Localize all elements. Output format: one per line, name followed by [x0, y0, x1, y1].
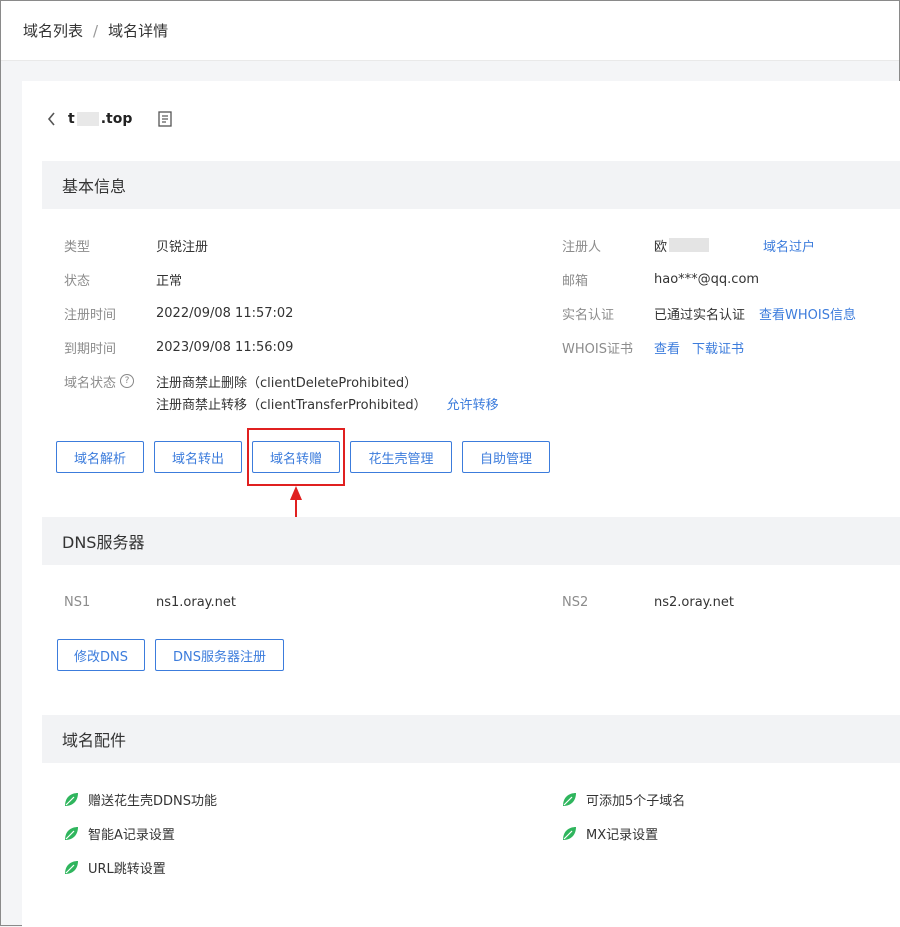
domain-name-suffix: .top — [100, 111, 133, 127]
type-value: 贝锐注册 — [156, 239, 209, 255]
whois-view-link[interactable]: 查看 — [654, 338, 680, 357]
ns2-value: ns2.oray.net — [654, 594, 734, 610]
domain-transfer-out-button[interactable]: 域名转出 — [154, 441, 242, 473]
status-value: 正常 — [156, 273, 183, 289]
reg-time-value: 2022/09/08 11:57:02 — [156, 305, 294, 321]
document-icon[interactable] — [156, 110, 174, 128]
whois-cert-label: WHOIS证书 — [562, 341, 633, 357]
addon-item: 可添加5个子域名 — [560, 790, 685, 809]
leaf-icon — [62, 825, 80, 843]
status-label: 状态 — [64, 273, 91, 289]
exp-time-row: 到期时间 2023/09/08 11:56:09 — [64, 337, 293, 357]
dns-register-button[interactable]: DNS服务器注册 — [155, 639, 284, 671]
whois-info-link[interactable]: 查看WHOIS信息 — [759, 304, 856, 323]
addon-item: MX记录设置 — [560, 824, 658, 843]
ns1-value: ns1.oray.net — [156, 594, 236, 610]
modify-dns-button[interactable]: 修改DNS — [57, 639, 145, 671]
realname-row: 实名认证 已通过实名认证 查看WHOIS信息 — [562, 303, 856, 323]
addons-title: 域名配件 — [62, 731, 127, 750]
breadcrumb-domain-list[interactable]: 域名列表 — [23, 20, 83, 41]
addon-item: URL跳转设置 — [62, 858, 166, 877]
type-label: 类型 — [64, 239, 91, 255]
registrant-row: 注册人 欧 域名过户 — [562, 235, 815, 255]
realname-label: 实名认证 — [562, 307, 615, 323]
whois-download-link[interactable]: 下载证书 — [692, 338, 744, 357]
domain-name-prefix: t — [68, 111, 75, 127]
domain-status-label: 域名状态 — [64, 375, 117, 391]
email-row: 邮箱 hao***@qq.com — [562, 269, 759, 289]
ns2-label: NS2 — [562, 594, 589, 610]
transfer-owner-link[interactable]: 域名过户 — [763, 236, 815, 255]
breadcrumb-separator: / — [93, 21, 99, 40]
breadcrumb-domain-detail: 域名详情 — [108, 22, 169, 40]
domain-name: t .top — [68, 111, 132, 127]
addon-item: 赠送花生壳DDNS功能 — [62, 790, 217, 809]
basic-info-header: 基本信息 — [42, 161, 900, 209]
reg-time-label: 注册时间 — [64, 307, 117, 323]
dns-title: DNS服务器 — [62, 533, 145, 552]
leaf-icon — [560, 825, 578, 843]
reg-time-row: 注册时间 2022/09/08 11:57:02 — [64, 303, 293, 323]
leaf-icon — [62, 791, 80, 809]
email-value: hao***@qq.com — [654, 271, 760, 287]
breadcrumb: 域名列表 / 域名详情 — [1, 1, 899, 61]
domain-status-row: 域名状态 ? 注册商禁止删除（clientDeleteProhibited） — [64, 371, 417, 391]
addon-label: MX记录设置 — [586, 828, 659, 843]
domain-status-label-wrap: 域名状态 ? — [64, 372, 156, 391]
domain-status-row-2: 注册商禁止转移（clientTransferProhibited） 允许转移 — [156, 393, 499, 413]
addon-label: URL跳转设置 — [88, 862, 166, 877]
domain-status-1: 注册商禁止删除（clientDeleteProhibited） — [156, 375, 418, 391]
status-row: 状态 正常 — [64, 269, 182, 289]
exp-time-label: 到期时间 — [64, 341, 117, 357]
addon-label: 赠送花生壳DDNS功能 — [88, 794, 217, 809]
type-row: 类型 贝锐注册 — [64, 235, 208, 255]
registrant-value: 欧 — [654, 239, 668, 255]
oray-manage-button[interactable]: 花生壳管理 — [350, 441, 452, 473]
self-service-button[interactable]: 自助管理 — [462, 441, 550, 473]
realname-value: 已通过实名认证 — [654, 307, 746, 323]
leaf-icon — [560, 791, 578, 809]
email-label: 邮箱 — [562, 273, 589, 289]
addons-header: 域名配件 — [42, 715, 900, 763]
help-icon[interactable]: ? — [120, 374, 135, 388]
whois-cert-row: WHOIS证书 查看 下载证书 — [562, 337, 744, 357]
domain-name-mask — [76, 112, 99, 126]
highlight-box — [247, 428, 345, 486]
addon-label: 智能A记录设置 — [88, 828, 175, 843]
domain-title-row: t .top — [22, 81, 900, 157]
registrant-mask — [669, 238, 710, 252]
addon-label: 可添加5个子域名 — [586, 794, 686, 809]
ns1-label: NS1 — [64, 594, 91, 610]
domain-status-2: 注册商禁止转移（clientTransferProhibited） — [156, 397, 427, 413]
exp-time-value: 2023/09/08 11:56:09 — [156, 339, 294, 355]
allow-transfer-link[interactable]: 允许转移 — [447, 394, 499, 413]
ns2-row: NS2 ns2.oray.net — [562, 592, 734, 612]
domain-detail-card: t .top 基本信息 类型 贝锐注册 状态 正常 注册时间 2022/09/0… — [22, 81, 900, 927]
ns1-row: NS1 ns1.oray.net — [64, 592, 236, 612]
domain-resolve-button[interactable]: 域名解析 — [56, 441, 144, 473]
addon-item: 智能A记录设置 — [62, 824, 175, 843]
back-arrow-icon[interactable] — [42, 109, 62, 129]
dns-header: DNS服务器 — [42, 517, 900, 565]
registrant-label: 注册人 — [562, 239, 602, 255]
basic-info-title: 基本信息 — [62, 177, 127, 196]
leaf-icon — [62, 859, 80, 877]
